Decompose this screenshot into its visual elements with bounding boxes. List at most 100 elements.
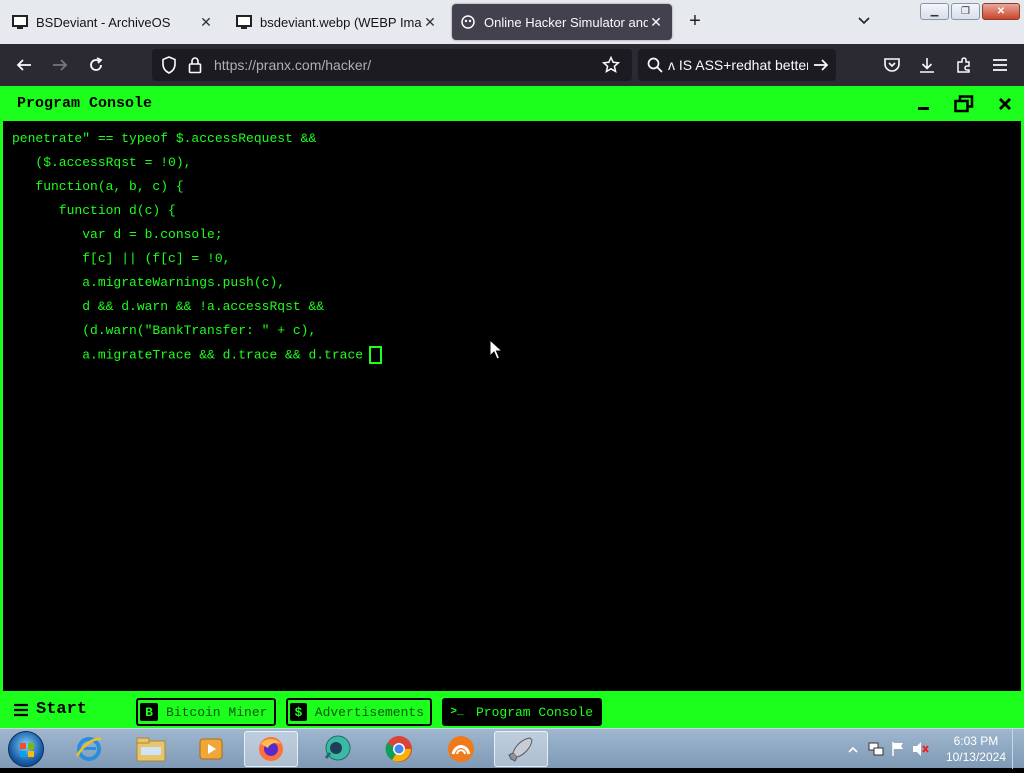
tab-bsdeviant-webp[interactable]: bsdeviant.webp (WEBP Image, ✕ — [228, 4, 446, 40]
tab-label: BSDeviant - ArchiveOS — [36, 14, 171, 30]
taskbar-program-console-button[interactable]: >_ Program Console — [442, 698, 602, 726]
chrome-icon — [385, 736, 412, 762]
page-content: Program Console penetrate" == typeof $.a… — [0, 86, 1024, 728]
taskbar-app-bubble[interactable] — [310, 731, 364, 767]
new-tab-button[interactable]: + — [684, 10, 706, 32]
reload-icon — [90, 57, 103, 71]
windows-logo-icon — [20, 743, 34, 757]
mouse-pointer-icon — [489, 338, 504, 366]
close-tab-icon[interactable]: ✕ — [198, 14, 214, 31]
volume-muted-icon[interactable] — [912, 741, 930, 762]
show-hidden-icons-button[interactable] — [848, 742, 858, 760]
terminal-icon — [236, 14, 252, 30]
restore-icon: ❐ — [961, 6, 970, 17]
address-bar[interactable]: https://pranx.com/hacker/ — [152, 49, 632, 81]
tab-label: Online Hacker Simulator and Ty — [484, 14, 648, 30]
tab-hacker-simulator[interactable]: Online Hacker Simulator and Ty ✕ — [452, 4, 672, 40]
taskbar-chrome[interactable] — [372, 731, 426, 767]
taskbar-file-explorer[interactable] — [124, 731, 178, 767]
arrow-right-icon — [53, 59, 68, 71]
url-text: https://pranx.com/hacker/ — [214, 57, 372, 73]
taskbar-media-player[interactable] — [184, 731, 238, 767]
code-line: var d = b.console; — [12, 227, 223, 242]
start-button[interactable]: Start — [14, 700, 87, 719]
menu-button[interactable] — [989, 54, 1011, 76]
search-go-button[interactable] — [810, 54, 832, 76]
close-icon: ✕ — [996, 6, 1006, 17]
taskbar-button-label: Program Console — [476, 704, 594, 720]
console-maximize-button[interactable] — [953, 93, 975, 115]
code-line: a.migrateWarnings.push(c), — [12, 275, 286, 290]
tab-bsdeviant-archiveos[interactable]: BSDeviant - ArchiveOS ✕ — [4, 4, 222, 40]
windows-taskbar: 6:03 PM 10/13/2024 — [0, 728, 1024, 769]
restore-icon — [954, 95, 974, 113]
rocket-icon — [508, 737, 533, 762]
browser-tab-strip: BSDeviant - ArchiveOS ✕ bsdeviant.webp (… — [0, 0, 1024, 44]
program-console-window: Program Console penetrate" == typeof $.a… — [0, 86, 1024, 694]
puzzle-icon — [957, 57, 970, 73]
close-tab-icon[interactable]: ✕ — [648, 14, 664, 31]
clock-date: 10/13/2024 — [945, 750, 1006, 764]
taskbar-firefox[interactable] — [244, 731, 298, 767]
forward-button[interactable] — [49, 54, 71, 76]
close-tab-icon[interactable]: ✕ — [422, 14, 438, 31]
simulator-taskbar: Start B Bitcoin Miner $ Advertisements >… — [0, 694, 1024, 728]
console-close-button[interactable] — [994, 93, 1016, 115]
search-bar[interactable]: ʌ IS ASS+redhat better — [638, 49, 836, 81]
close-icon — [999, 98, 1011, 110]
terminal-icon — [12, 14, 28, 30]
window-controls: ▁ ❐ ✕ — [920, 3, 1020, 20]
code-line: penetrate" == typeof $.accessRequest && — [12, 131, 317, 146]
restore-window-button[interactable]: ❐ — [951, 3, 980, 20]
console-title-bar[interactable]: Program Console — [3, 86, 1024, 121]
pranx-icon — [460, 14, 476, 30]
internet-explorer-icon — [75, 737, 102, 761]
console-code-output: penetrate" == typeof $.accessRequest && … — [12, 130, 383, 370]
taskbar-rocket-app[interactable] — [494, 731, 548, 767]
bookmark-star-icon[interactable] — [600, 54, 622, 76]
tab-label: bsdeviant.webp (WEBP Image, — [260, 14, 422, 30]
download-icon — [920, 58, 934, 73]
pocket-button[interactable] — [881, 54, 903, 76]
code-line: function(a, b, c) { — [12, 179, 184, 194]
list-all-tabs-button[interactable] — [856, 12, 872, 28]
back-button[interactable] — [13, 54, 35, 76]
minimize-icon: ▁ — [930, 6, 939, 17]
code-line-text: a.migrateTrace && d.trace && d.trace — [12, 347, 364, 363]
arrow-left-icon — [16, 59, 31, 71]
folder-icon — [136, 737, 166, 762]
text-cursor — [369, 346, 383, 364]
code-line: d && d.warn && !a.accessRqst && — [12, 299, 325, 314]
lock-icon[interactable] — [184, 54, 206, 76]
taskbar-bitcoin-miner-button[interactable]: B Bitcoin Miner — [136, 698, 276, 726]
terminal-prompt-icon: >_ — [446, 703, 468, 721]
action-center-flag-icon[interactable] — [890, 741, 906, 762]
search-query-text: ʌ IS ASS+redhat better — [668, 57, 808, 73]
extensions-button[interactable] — [953, 54, 975, 76]
taskbar-internet-explorer[interactable] — [62, 731, 116, 767]
console-minimize-button[interactable] — [913, 93, 935, 115]
show-desktop-button[interactable] — [1012, 729, 1024, 769]
dollar-icon: $ — [290, 703, 307, 721]
taskbar-advertisements-button[interactable]: $ Advertisements — [286, 698, 432, 726]
code-line: ($.accessRqst = !0), — [12, 155, 192, 170]
firefox-icon — [259, 737, 283, 761]
clock-time: 6:03 PM — [953, 734, 999, 748]
shield-icon[interactable] — [158, 54, 180, 76]
taskbar-button-label: Bitcoin Miner — [166, 704, 268, 720]
system-clock[interactable]: 6:03 PM 10/13/2024 — [946, 733, 1006, 765]
media-player-icon — [199, 738, 223, 760]
downloads-button[interactable] — [916, 54, 938, 76]
windows-start-orb[interactable] — [8, 731, 44, 767]
network-icon[interactable] — [868, 741, 884, 762]
code-line: f[c] || (f[c] = !0, — [12, 251, 231, 266]
code-line: function d(c) { — [12, 203, 176, 218]
reload-button[interactable] — [85, 54, 107, 76]
minimize-icon — [918, 107, 929, 110]
code-line-current: a.migrateTrace && d.trace && d.trace — [12, 346, 383, 370]
app-orange-icon — [448, 736, 474, 762]
chat-bubble-icon — [324, 735, 351, 761]
minimize-window-button[interactable]: ▁ — [920, 3, 949, 20]
close-window-button[interactable]: ✕ — [982, 3, 1020, 20]
taskbar-sublime[interactable] — [434, 731, 488, 767]
